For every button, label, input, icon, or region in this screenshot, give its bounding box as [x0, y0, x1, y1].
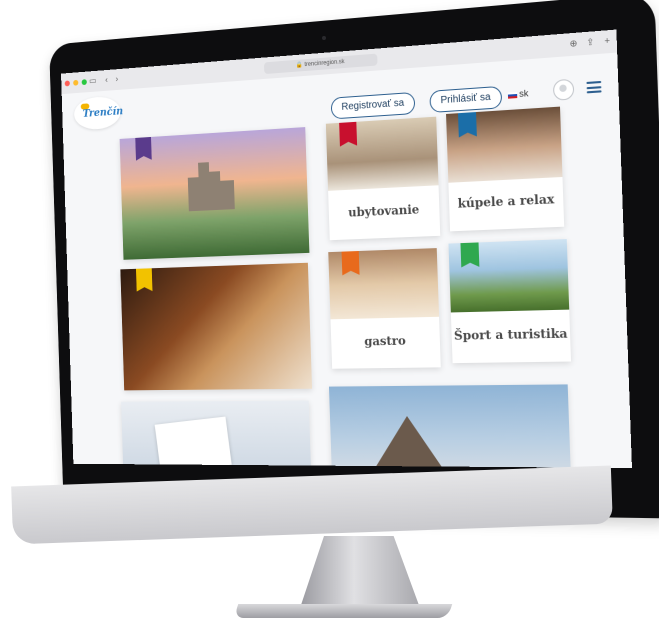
hamburger-menu-icon[interactable]	[586, 81, 601, 93]
language-label: sk	[519, 88, 529, 99]
monitor-foot	[234, 604, 453, 618]
monitor-stand	[300, 536, 420, 608]
tile-label-ubytovanie: ubytovanie	[329, 201, 440, 220]
register-button[interactable]: Registrovať sa	[331, 92, 416, 120]
tile-culture[interactable]	[120, 263, 312, 391]
tile-label-gastro: gastro	[331, 333, 440, 349]
slovak-flag-icon	[508, 92, 517, 99]
site-logo[interactable]: Trenčín	[74, 95, 121, 130]
login-button[interactable]: Prihlásiť sa	[429, 86, 502, 113]
camera	[322, 36, 326, 40]
url-text: trencinregion.sk	[304, 59, 344, 68]
sidebar-icon[interactable]: ▭	[88, 76, 97, 86]
tile-ubytovanie[interactable]: ubytovanie	[326, 117, 440, 241]
zoom-window-button[interactable]	[82, 79, 87, 85]
mountain-photo	[329, 384, 571, 468]
tile-nature[interactable]	[329, 384, 571, 468]
forward-icon[interactable]: ›	[112, 74, 121, 84]
web-page: Trenčín Registrovať sa Prihlásiť sa sk u…	[62, 53, 632, 468]
language-switch[interactable]: sk	[508, 88, 529, 100]
tile-castle[interactable]	[120, 127, 310, 260]
tile-label-kupele: kúpele a relax	[449, 191, 564, 211]
minimize-window-button[interactable]	[73, 80, 78, 86]
brochure-photo	[121, 401, 311, 468]
lock-icon: 🔒	[296, 62, 303, 68]
user-avatar[interactable]	[553, 79, 575, 101]
tile-sport-a-turistika[interactable]: Šport a turistika	[448, 239, 571, 363]
new-tab-icon[interactable]: +	[602, 35, 613, 46]
download-icon[interactable]: ⊕	[568, 38, 579, 49]
share-icon[interactable]: ⇪	[585, 36, 596, 47]
close-window-button[interactable]	[65, 80, 70, 86]
logo-text: Trenčín	[83, 105, 124, 120]
back-icon[interactable]: ‹	[102, 74, 111, 84]
tile-label-sport: Šport a turistika	[451, 326, 570, 343]
monitor-screen: ▭ ‹ › 🔒 trencinregion.sk ⊕ ⇪ + Trenčín R…	[61, 30, 632, 468]
tile-gastro[interactable]: gastro	[328, 248, 441, 369]
tile-brochures[interactable]	[121, 401, 311, 468]
tile-kupele-a-relax[interactable]: kúpele a relax	[446, 107, 564, 232]
